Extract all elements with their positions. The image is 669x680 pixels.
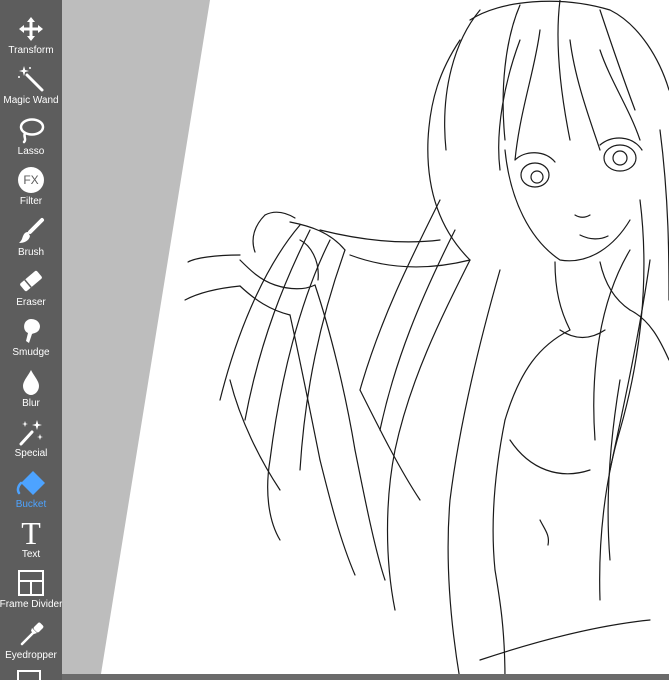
tool-magic-wand[interactable]: Magic Wand bbox=[0, 62, 62, 112]
frame-divider-icon bbox=[16, 568, 46, 598]
tool-frame-divider[interactable]: Frame Divider bbox=[0, 566, 62, 616]
tool-label: Eraser bbox=[16, 297, 46, 308]
text-icon: T bbox=[16, 515, 46, 551]
special-icon bbox=[16, 417, 46, 447]
tool-label: Frame Divider bbox=[0, 599, 63, 610]
tool-label: Eyedropper bbox=[5, 650, 57, 661]
tool-lasso[interactable]: Lasso bbox=[0, 113, 62, 163]
tool-label: Magic Wand bbox=[3, 95, 59, 106]
tool-brush[interactable]: Brush bbox=[0, 214, 62, 264]
tool-special[interactable]: Special bbox=[0, 415, 62, 465]
bottom-bar bbox=[62, 674, 669, 680]
artwork-canvas[interactable] bbox=[62, 0, 669, 680]
tool-eyedropper[interactable]: Eyedropper bbox=[0, 617, 62, 667]
brush-icon bbox=[16, 216, 46, 246]
filter-icon: FX bbox=[16, 165, 46, 195]
blur-icon bbox=[16, 367, 46, 397]
smudge-icon bbox=[16, 316, 46, 346]
canvas-area[interactable] bbox=[62, 0, 669, 680]
tool-label: Filter bbox=[19, 196, 43, 207]
eyedropper-icon bbox=[16, 619, 46, 649]
tool-label: Brush bbox=[17, 247, 45, 258]
tool-label: Bucket bbox=[15, 499, 47, 510]
bucket-icon bbox=[16, 468, 46, 498]
tool-label: Special bbox=[14, 448, 48, 459]
text-icon-glyph: T bbox=[21, 515, 41, 551]
lasso-icon bbox=[16, 115, 46, 145]
eraser-icon bbox=[16, 266, 46, 296]
next-tool-partial-icon bbox=[17, 670, 41, 680]
magic-wand-icon bbox=[16, 64, 46, 94]
tool-eraser[interactable]: Eraser bbox=[0, 264, 62, 314]
tool-sidebar: Transform Magic Wand Lasso FX Filter Bru… bbox=[0, 0, 62, 680]
tool-filter[interactable]: FX Filter bbox=[0, 163, 62, 213]
tool-blur[interactable]: Blur bbox=[0, 365, 62, 415]
filter-icon-text: FX bbox=[23, 173, 39, 187]
tool-label: Lasso bbox=[17, 146, 45, 157]
tool-text[interactable]: T Text bbox=[0, 516, 62, 566]
transform-icon bbox=[16, 14, 46, 44]
tool-label: Text bbox=[21, 549, 41, 560]
tool-smudge[interactable]: Smudge bbox=[0, 314, 62, 364]
tool-label: Transform bbox=[8, 45, 54, 56]
tool-label: Smudge bbox=[12, 347, 50, 358]
tool-transform[interactable]: Transform bbox=[0, 12, 62, 62]
tool-label: Blur bbox=[22, 398, 40, 409]
tool-bucket[interactable]: Bucket bbox=[0, 466, 62, 516]
